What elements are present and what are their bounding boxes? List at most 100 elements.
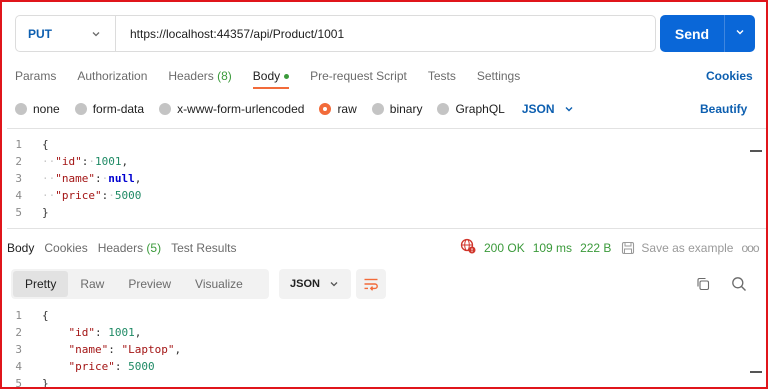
view-preview[interactable]: Preview: [116, 271, 183, 297]
radio-label: GraphQL: [455, 102, 505, 116]
json-key: "name": [55, 172, 95, 185]
url-input[interactable]: [116, 26, 636, 41]
line-number: 4: [15, 189, 22, 202]
request-body-editor[interactable]: 1{ 2 ·· "id": · 1001, 3 ·· "name": · null, 4 ·· "p…: [2, 136, 750, 221]
search-button[interactable]: [730, 275, 748, 293]
tab-label: Test Results: [171, 241, 237, 255]
chevron-down-icon: [563, 103, 575, 115]
tab-label: Authorization: [77, 69, 148, 83]
comma: ,: [174, 343, 182, 356]
scrollbar-handle[interactable]: [750, 371, 762, 373]
tab-headers[interactable]: Headers (8): [168, 69, 231, 83]
status-code[interactable]: 200 OK: [484, 241, 525, 255]
tab-params[interactable]: Params: [15, 69, 56, 83]
json-value: 5000: [114, 189, 142, 202]
response-body-viewer[interactable]: 1 { 2 "id": 1001, 3 "name": "Laptop", 4 "…: [2, 307, 750, 389]
radio-label: form-data: [92, 102, 145, 116]
json-value: "Laptop": [121, 343, 175, 356]
code-line: 5}: [2, 204, 750, 221]
colon: :: [95, 326, 109, 339]
radio-label: x-www-form-urlencoded: [177, 102, 305, 116]
chevron-down-icon: [734, 26, 746, 41]
code-line: 4 ·· "price": · 5000: [2, 187, 750, 204]
line-number: 2: [15, 326, 22, 339]
line-number: 4: [15, 360, 22, 373]
save-as-example-button[interactable]: Save as example: [621, 241, 733, 255]
save-label: Save as example: [641, 240, 734, 255]
line-number: 5: [15, 206, 22, 219]
radio-circle: [437, 103, 450, 115]
tab-response-body[interactable]: Body: [7, 241, 34, 255]
beautify-link[interactable]: Beautify: [700, 102, 747, 116]
copy-icon: [696, 277, 710, 291]
code-line: 2 "id": 1001,: [2, 324, 750, 341]
method-select[interactable]: PUT: [16, 16, 116, 51]
comma: ,: [121, 155, 129, 168]
line-number: 2: [15, 155, 22, 168]
scrollbar-handle[interactable]: [750, 150, 762, 152]
colon: :: [81, 155, 89, 168]
radio-label: raw: [337, 102, 357, 116]
radio-none[interactable]: none: [15, 102, 60, 116]
more-options-button[interactable]: ooo: [741, 241, 759, 255]
json-value: 1001: [95, 155, 122, 168]
radio-circle: [15, 103, 27, 115]
cookies-link[interactable]: Cookies: [706, 69, 753, 83]
divider: [7, 228, 766, 229]
space-marker: ·: [88, 155, 95, 168]
line-number: 5: [15, 377, 22, 389]
space-marker: ·: [108, 189, 115, 202]
tab-tests[interactable]: Tests: [428, 69, 456, 83]
headers-count: (5): [146, 241, 162, 255]
response-size[interactable]: 222 B: [580, 241, 611, 255]
copy-button[interactable]: [694, 275, 712, 293]
tab-label: Tests: [427, 69, 456, 83]
view-pretty[interactable]: Pretty: [13, 271, 69, 297]
code-text: {: [42, 138, 49, 151]
comma: ,: [134, 326, 142, 339]
radio-binary[interactable]: binary: [371, 102, 422, 116]
send-options-button[interactable]: [725, 26, 755, 41]
radio-label: none: [33, 102, 60, 116]
code-line: 3 "name": "Laptop",: [2, 341, 750, 358]
radio-graphql[interactable]: GraphQL: [437, 102, 505, 116]
tab-label: Body: [7, 241, 35, 255]
code-text: {: [42, 309, 49, 322]
radio-x-www-form-urlencoded[interactable]: x-www-form-urlencoded: [159, 102, 304, 116]
tab-authorization[interactable]: Authorization: [77, 69, 147, 83]
tab-pre-request-script[interactable]: Pre-request Script: [310, 69, 407, 83]
tab-response-cookies[interactable]: Cookies: [44, 241, 87, 255]
json-key: "price": [68, 360, 115, 373]
tab-label: Cookies: [44, 241, 88, 255]
radio-circle: [371, 103, 384, 115]
response-format-select[interactable]: JSON: [279, 269, 351, 299]
wrap-lines-button[interactable]: [356, 269, 386, 299]
code-line: 3 ·· "name": · null,: [2, 170, 750, 187]
body-format-select[interactable]: JSON: [522, 102, 575, 116]
view-raw[interactable]: Raw: [68, 271, 116, 297]
tab-body[interactable]: Body: [252, 69, 290, 89]
json-key: "price": [55, 189, 102, 202]
radio-circle: [74, 103, 87, 115]
view-mode-selector: Pretty Raw Preview Visualize: [11, 269, 269, 299]
globe-icon[interactable]: [460, 238, 476, 257]
tab-settings[interactable]: Settings: [477, 69, 520, 83]
json-key: "id": [55, 155, 82, 168]
send-button[interactable]: Send: [660, 15, 755, 52]
json-key: "name": [68, 343, 109, 356]
view-visualize[interactable]: Visualize: [183, 271, 255, 297]
divider: [7, 128, 766, 129]
url-bar: PUT: [15, 15, 656, 52]
tab-label: Body: [252, 69, 281, 83]
indent-guide: ··: [42, 155, 56, 168]
radio-raw[interactable]: raw: [319, 102, 357, 116]
wrap-lines-icon: [363, 277, 379, 291]
code-text: }: [42, 206, 49, 219]
body-format-label: JSON: [521, 102, 555, 116]
radio-form-data[interactable]: form-data: [74, 102, 145, 116]
tab-test-results[interactable]: Test Results: [171, 241, 236, 255]
line-number: 1: [15, 309, 22, 322]
response-time[interactable]: 109 ms: [533, 241, 572, 255]
tab-response-headers[interactable]: Headers (5): [98, 241, 161, 255]
